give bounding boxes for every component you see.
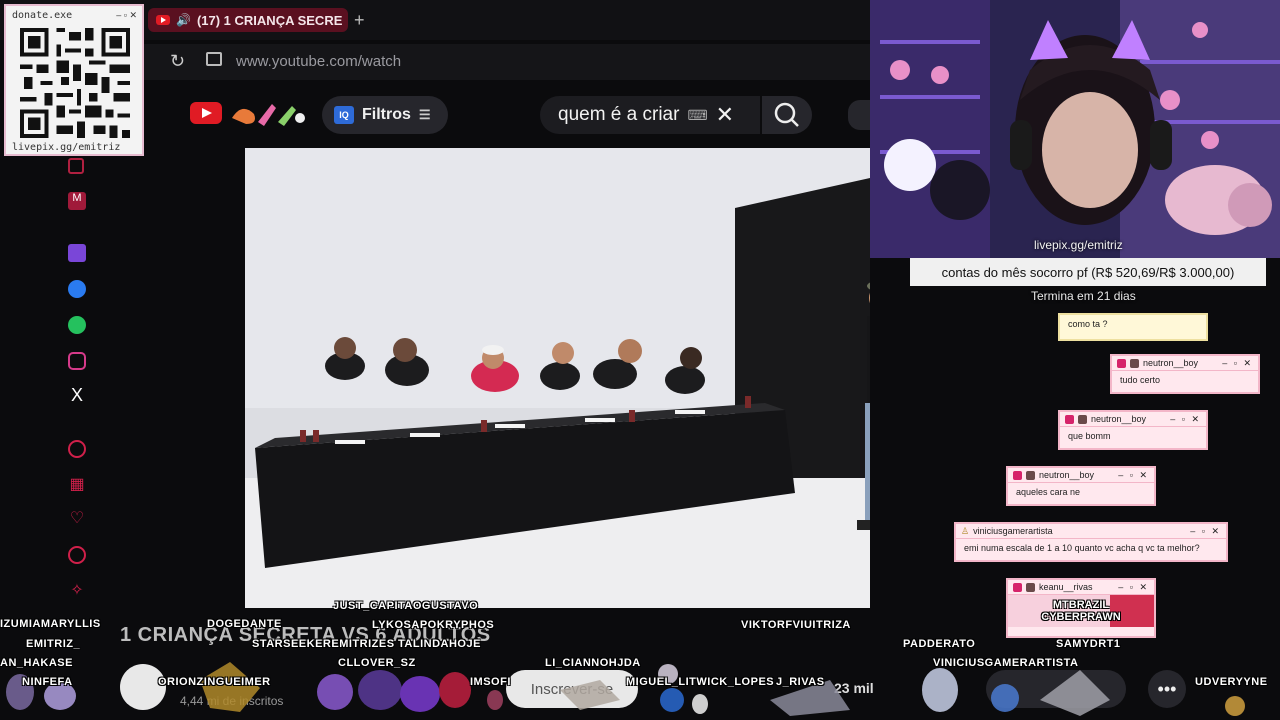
new-tab-button[interactable]: + bbox=[354, 10, 365, 31]
youtube-doodle[interactable] bbox=[228, 98, 310, 130]
search-box[interactable]: quem é a criar ⌨ ✕ bbox=[540, 96, 760, 134]
viewer-name: UDVERYYNE bbox=[1195, 676, 1268, 688]
app-icon[interactable] bbox=[68, 158, 84, 174]
donation-goal: contas do mês socorro pf (R$ 520,69/R$ 3… bbox=[910, 258, 1266, 286]
heart-icon[interactable]: ♡ bbox=[68, 510, 86, 528]
viewer-name: LI_CIANNOHJDA bbox=[545, 657, 641, 669]
browser-tab[interactable]: 🔊 (17) 1 CRIANÇA SECRE bbox=[148, 8, 348, 32]
viewer-name: MIGUEL_LITWICK_LOPES bbox=[626, 676, 775, 688]
donate-window-controls: – ▫ ✕ bbox=[116, 10, 137, 20]
mic-button[interactable] bbox=[848, 100, 870, 130]
chat-text: como ta ? bbox=[1068, 319, 1108, 329]
m-app-icon[interactable]: M bbox=[68, 192, 86, 210]
chat-text: aqueles cara ne bbox=[1016, 487, 1081, 497]
chat-message: ♙ viniciusgamerartista – ▫ ✕ emi numa esca… bbox=[954, 522, 1228, 562]
search-button[interactable] bbox=[762, 96, 812, 134]
sliders-icon: ☰ bbox=[418, 107, 431, 122]
chat-user: neutron__boy bbox=[1143, 358, 1199, 368]
viewer-name: LYKOSAPOKRYPHOS bbox=[372, 619, 495, 631]
viewer-name: PADDERATO bbox=[903, 638, 976, 650]
viewer-name: STARSEEKEREMITRIZES bbox=[252, 638, 395, 650]
chat-user: keanu__rivas bbox=[1039, 582, 1093, 592]
badge-icon bbox=[1065, 414, 1074, 424]
x-icon[interactable]: X bbox=[68, 386, 86, 404]
search-icon bbox=[774, 102, 799, 127]
youtube-tab-icon bbox=[156, 15, 170, 25]
viewer-name: IZUMIAMARYLLIS bbox=[0, 618, 101, 630]
badge-icon bbox=[1117, 358, 1126, 368]
tab-title: (17) 1 CRIANÇA SECRE bbox=[196, 12, 343, 28]
viewer-name: CLLOVER_SZ bbox=[338, 657, 416, 669]
clear-search-icon[interactable]: ✕ bbox=[716, 102, 734, 128]
viewer-name: VIKTORFVIUITRIZA bbox=[741, 619, 851, 631]
chat-message: neutron__boy – ▫ ✕ aqueles cara ne bbox=[1006, 466, 1156, 506]
donate-widget: donate.exe – ▫ ✕ livepix.gg/emitriz bbox=[4, 4, 144, 156]
badge-icon bbox=[1013, 470, 1022, 480]
chat-window-controls: – ▫ ✕ bbox=[1118, 469, 1149, 480]
viewer-name: SAMYDRT1 bbox=[1056, 638, 1121, 650]
lock-icon[interactable] bbox=[206, 52, 222, 66]
viewer-name: AN_HAKASE bbox=[0, 657, 73, 669]
viewer-name: EMITRIZ_ bbox=[26, 638, 81, 650]
youtube-logo[interactable] bbox=[190, 102, 222, 124]
filters-label: Filtros bbox=[362, 106, 411, 123]
pet-sprites bbox=[6, 662, 1245, 716]
badge-icon bbox=[1026, 582, 1035, 592]
side-rail: M X ▦ ♡ ✧ bbox=[52, 150, 102, 720]
goal-deadline: Termina em 21 dias bbox=[1031, 289, 1136, 303]
badge-icon bbox=[1078, 414, 1087, 424]
chat-user: neutron__boy bbox=[1039, 470, 1095, 480]
video-player[interactable] bbox=[245, 148, 870, 608]
url-field[interactable]: www.youtube.com/watch bbox=[236, 53, 401, 70]
messenger-icon[interactable] bbox=[68, 280, 86, 298]
search-input[interactable]: quem é a criar bbox=[558, 104, 679, 126]
viewer-name: JUST_CAPITAOGUSTAVO bbox=[333, 600, 479, 612]
twitch-icon[interactable] bbox=[68, 244, 86, 262]
viewer-name: ORIONZINGUEIMER bbox=[158, 676, 271, 688]
chat-window-controls: – ▫ ✕ bbox=[1222, 357, 1253, 368]
chat-text: que bomm bbox=[1068, 431, 1111, 441]
chat-user: viniciusgamerartista bbox=[973, 526, 1053, 536]
chat-window-controls: – ▫ ✕ bbox=[1190, 525, 1221, 536]
donate-url: livepix.gg/emitriz bbox=[12, 142, 121, 153]
chat-text: emi numa escala de 1 a 10 quanto vc acha… bbox=[964, 543, 1200, 553]
viewer-name: NINFEFA bbox=[22, 676, 73, 688]
qr-code bbox=[16, 24, 134, 142]
viewer-name: IMSOFI bbox=[470, 676, 511, 688]
reload-icon[interactable]: ↻ bbox=[170, 51, 185, 72]
donate-title: donate.exe bbox=[12, 10, 73, 21]
chat-text: tudo certo bbox=[1120, 375, 1161, 385]
chat-user: neutron__boy bbox=[1091, 414, 1147, 424]
badge-icon bbox=[1013, 582, 1022, 592]
chat-message: neutron__boy – ▫ ✕ tudo certo bbox=[1110, 354, 1260, 394]
webcam-tag: livepix.gg/emitriz bbox=[1034, 238, 1123, 252]
iq-icon: IQ bbox=[334, 106, 354, 124]
chat-message: keanu__rivas – ▫ ✕ MTBRAZIL CYBERPRAWN bbox=[1006, 578, 1156, 638]
instagram-icon[interactable] bbox=[68, 352, 86, 370]
grid-icon[interactable]: ▦ bbox=[68, 476, 86, 494]
record-icon[interactable] bbox=[68, 440, 86, 458]
speaker-icon[interactable]: 🔊 bbox=[176, 13, 191, 27]
chat-window-controls: – ▫ ✕ bbox=[1170, 413, 1201, 424]
puzzle-icon[interactable]: ✧ bbox=[68, 582, 86, 600]
webcam-feed bbox=[870, 0, 1280, 258]
viewer-name: DOGEDANTE bbox=[207, 618, 282, 630]
whatsapp-icon[interactable] bbox=[68, 316, 86, 334]
clock-icon[interactable] bbox=[68, 546, 86, 564]
person-icon: ♙ bbox=[961, 525, 970, 536]
filters-button[interactable]: IQ Filtros ☰ bbox=[322, 96, 448, 134]
badge-icon bbox=[1130, 358, 1139, 368]
chat-text: MTBRAZIL CYBERPRAWN bbox=[1008, 595, 1154, 627]
keyboard-icon[interactable]: ⌨ bbox=[687, 107, 707, 124]
viewer-name: VINICIUSGAMERARTISTA bbox=[933, 657, 1079, 669]
viewer-name: TALINDAHOJE bbox=[398, 638, 481, 650]
badge-icon bbox=[1026, 470, 1035, 480]
chat-window-controls: – ▫ ✕ bbox=[1118, 581, 1149, 592]
chat-message: como ta ? bbox=[1058, 313, 1208, 341]
viewer-name: J_RIVAS bbox=[776, 676, 825, 688]
chat-message: neutron__boy – ▫ ✕ que bomm bbox=[1058, 410, 1208, 450]
